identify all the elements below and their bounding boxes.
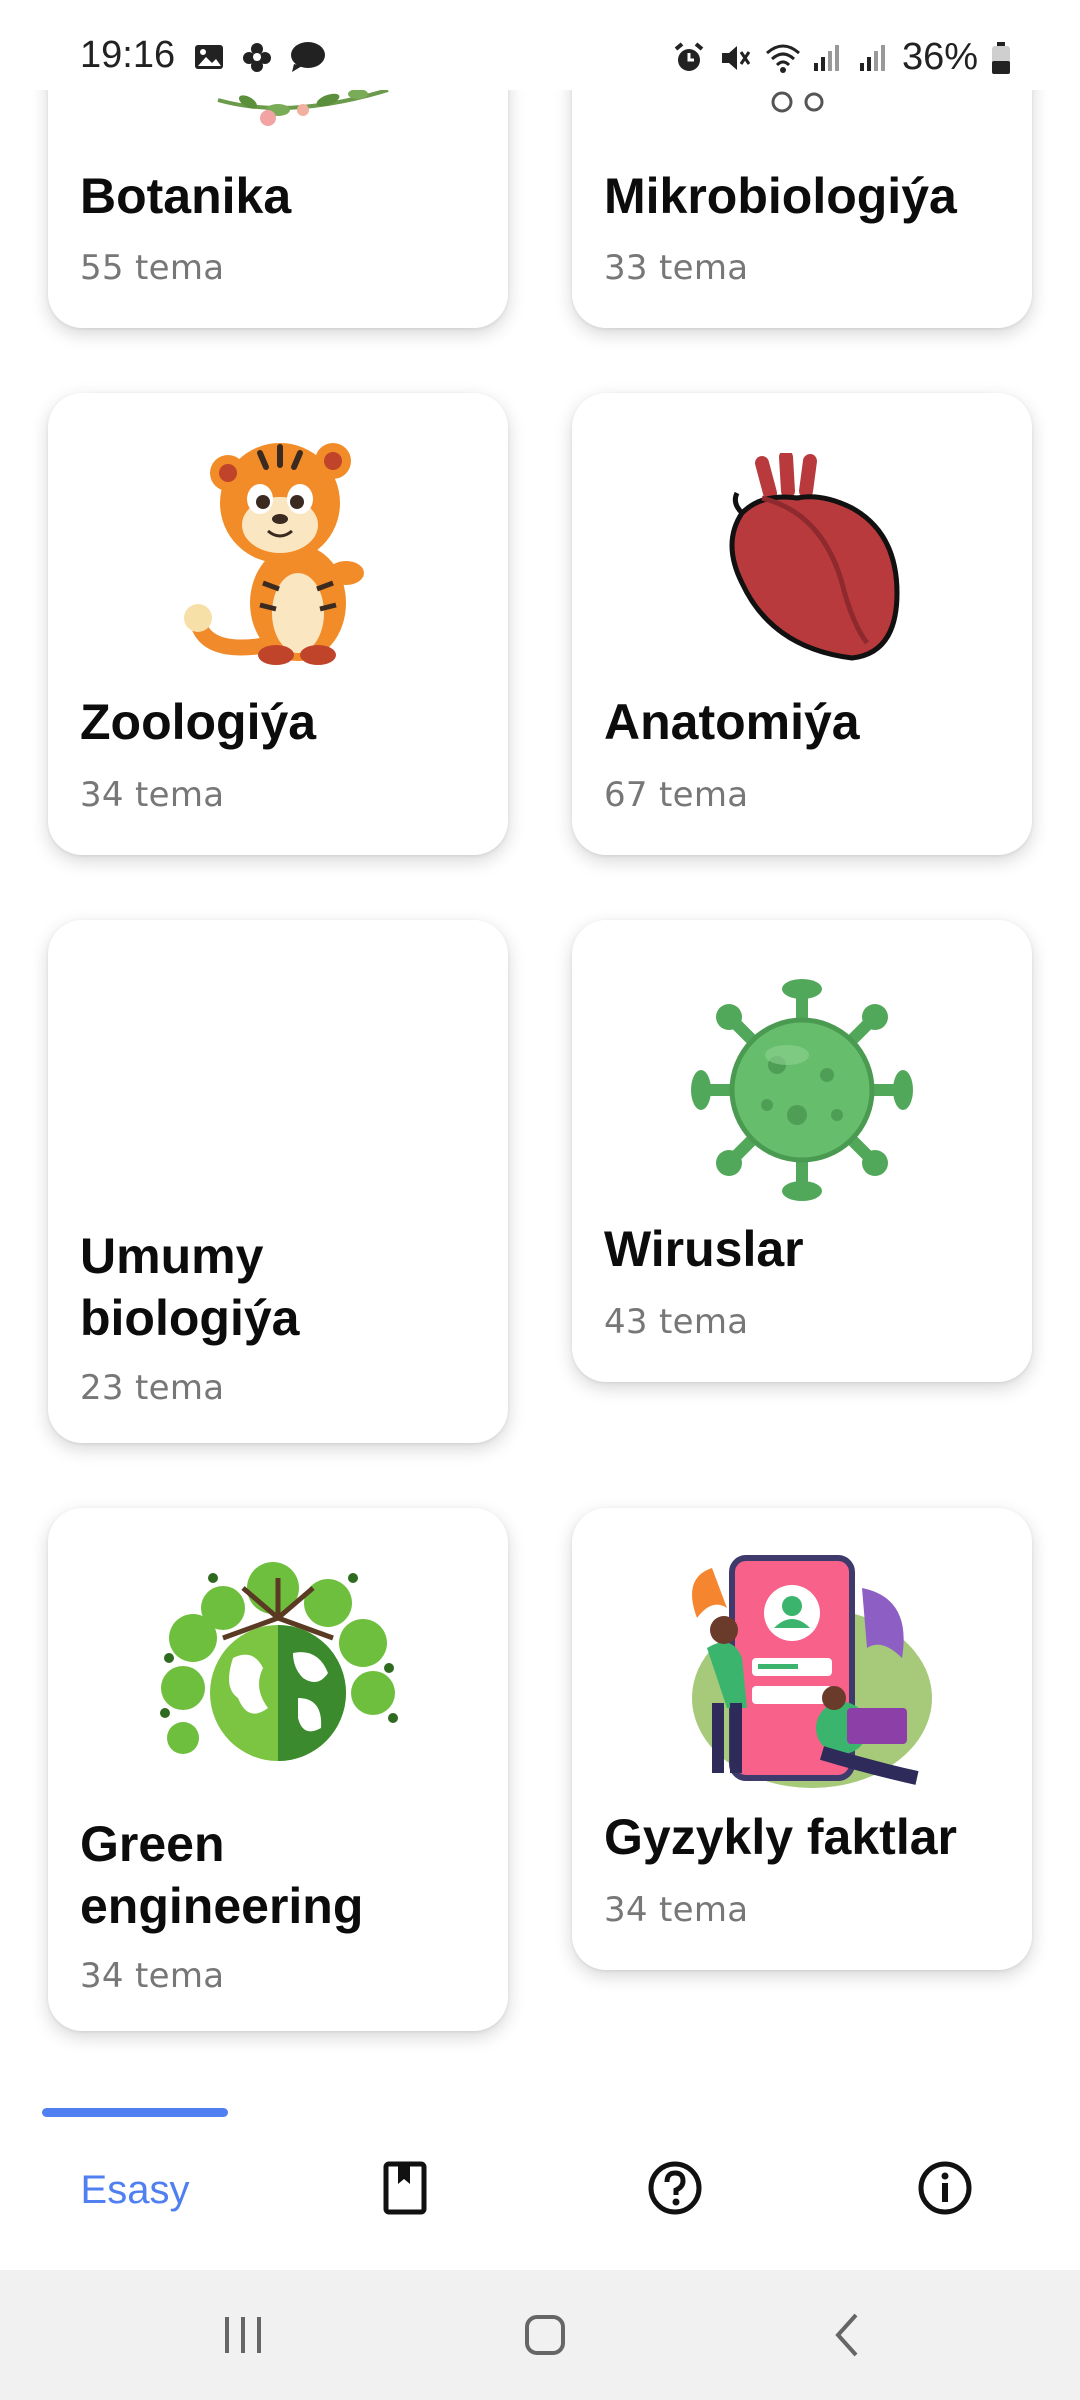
card-subtitle: 33 tema xyxy=(604,248,749,288)
category-card-green-engineering[interactable]: Green engineering 34 tema xyxy=(48,1508,508,2031)
bottom-navigation: Esasy xyxy=(0,2080,1080,2270)
card-title: Zoologiýa xyxy=(80,694,317,750)
battery-percent: 36% xyxy=(901,36,978,78)
nav-help-tab[interactable] xyxy=(625,2140,725,2240)
signal-icon-2 xyxy=(856,41,890,75)
nav-bookmarks-tab[interactable] xyxy=(355,2140,455,2240)
status-time: 19:16 xyxy=(80,34,176,76)
battery-icon xyxy=(990,41,1024,75)
info-icon xyxy=(917,2160,973,2220)
heart-organ-icon xyxy=(702,450,902,663)
help-icon xyxy=(647,2160,703,2220)
nav-home-tab[interactable]: Esasy xyxy=(60,2140,210,2240)
card-subtitle: 34 tema xyxy=(80,1956,225,1996)
people-phone-icon xyxy=(672,1548,932,1798)
card-title: Botanika xyxy=(80,168,292,224)
card-title: Mikrobiologiýa xyxy=(604,168,957,224)
nav-home-label: Esasy xyxy=(80,2167,190,2212)
alarm-icon xyxy=(672,41,706,75)
category-card-zoologiya[interactable]: Zoologiýa 34 tema xyxy=(48,393,508,855)
card-subtitle: 67 tema xyxy=(604,775,749,815)
card-subtitle: 34 tema xyxy=(604,1890,749,1930)
card-title: Anatomiýa xyxy=(604,694,860,750)
recent-apps-button[interactable] xyxy=(208,2300,278,2370)
category-card-anatomiya[interactable]: Anatomiýa 67 tema xyxy=(572,393,1032,855)
virus-icon xyxy=(687,975,917,1205)
back-button[interactable] xyxy=(812,2300,882,2370)
category-card-wiruslar[interactable]: Wiruslar 43 tema xyxy=(572,920,1032,1382)
message-icon xyxy=(288,40,325,74)
card-title: Green engineering xyxy=(80,1816,364,1934)
signal-icon xyxy=(810,41,844,75)
mute-icon xyxy=(718,41,752,75)
notification-icons xyxy=(192,40,325,74)
status-bar: 19:16 36% xyxy=(0,0,1080,90)
flower-notification-icon xyxy=(240,40,274,74)
card-title: Wiruslar xyxy=(604,1221,804,1277)
green-earth-icon xyxy=(153,1548,403,1768)
active-tab-indicator xyxy=(42,2108,228,2117)
category-grid[interactable]: Botanika 55 tema Mikrobiologiýa 33 tema xyxy=(0,0,1080,2080)
gallery-icon xyxy=(192,40,226,74)
wifi-icon xyxy=(764,41,800,75)
system-navigation-bar xyxy=(0,2270,1080,2400)
card-title: Umumy biologiýa xyxy=(80,1228,300,1346)
bookmark-icon xyxy=(380,2160,430,2220)
category-card-umumy-biologiya[interactable]: Umumy biologiýa 23 tema xyxy=(48,920,508,1443)
nav-info-tab[interactable] xyxy=(895,2140,995,2240)
status-right: 36% xyxy=(672,36,1024,79)
card-subtitle: 55 tema xyxy=(80,248,225,288)
tiger-icon xyxy=(168,433,408,673)
home-button[interactable] xyxy=(510,2300,580,2370)
card-subtitle: 43 tema xyxy=(604,1302,749,1342)
card-subtitle: 23 tema xyxy=(80,1368,225,1408)
card-subtitle: 34 tema xyxy=(80,775,225,815)
card-title: Gyzykly faktlar xyxy=(604,1809,957,1865)
category-card-gyzykly-faktlar[interactable]: Gyzykly faktlar 34 tema xyxy=(572,1508,1032,1970)
